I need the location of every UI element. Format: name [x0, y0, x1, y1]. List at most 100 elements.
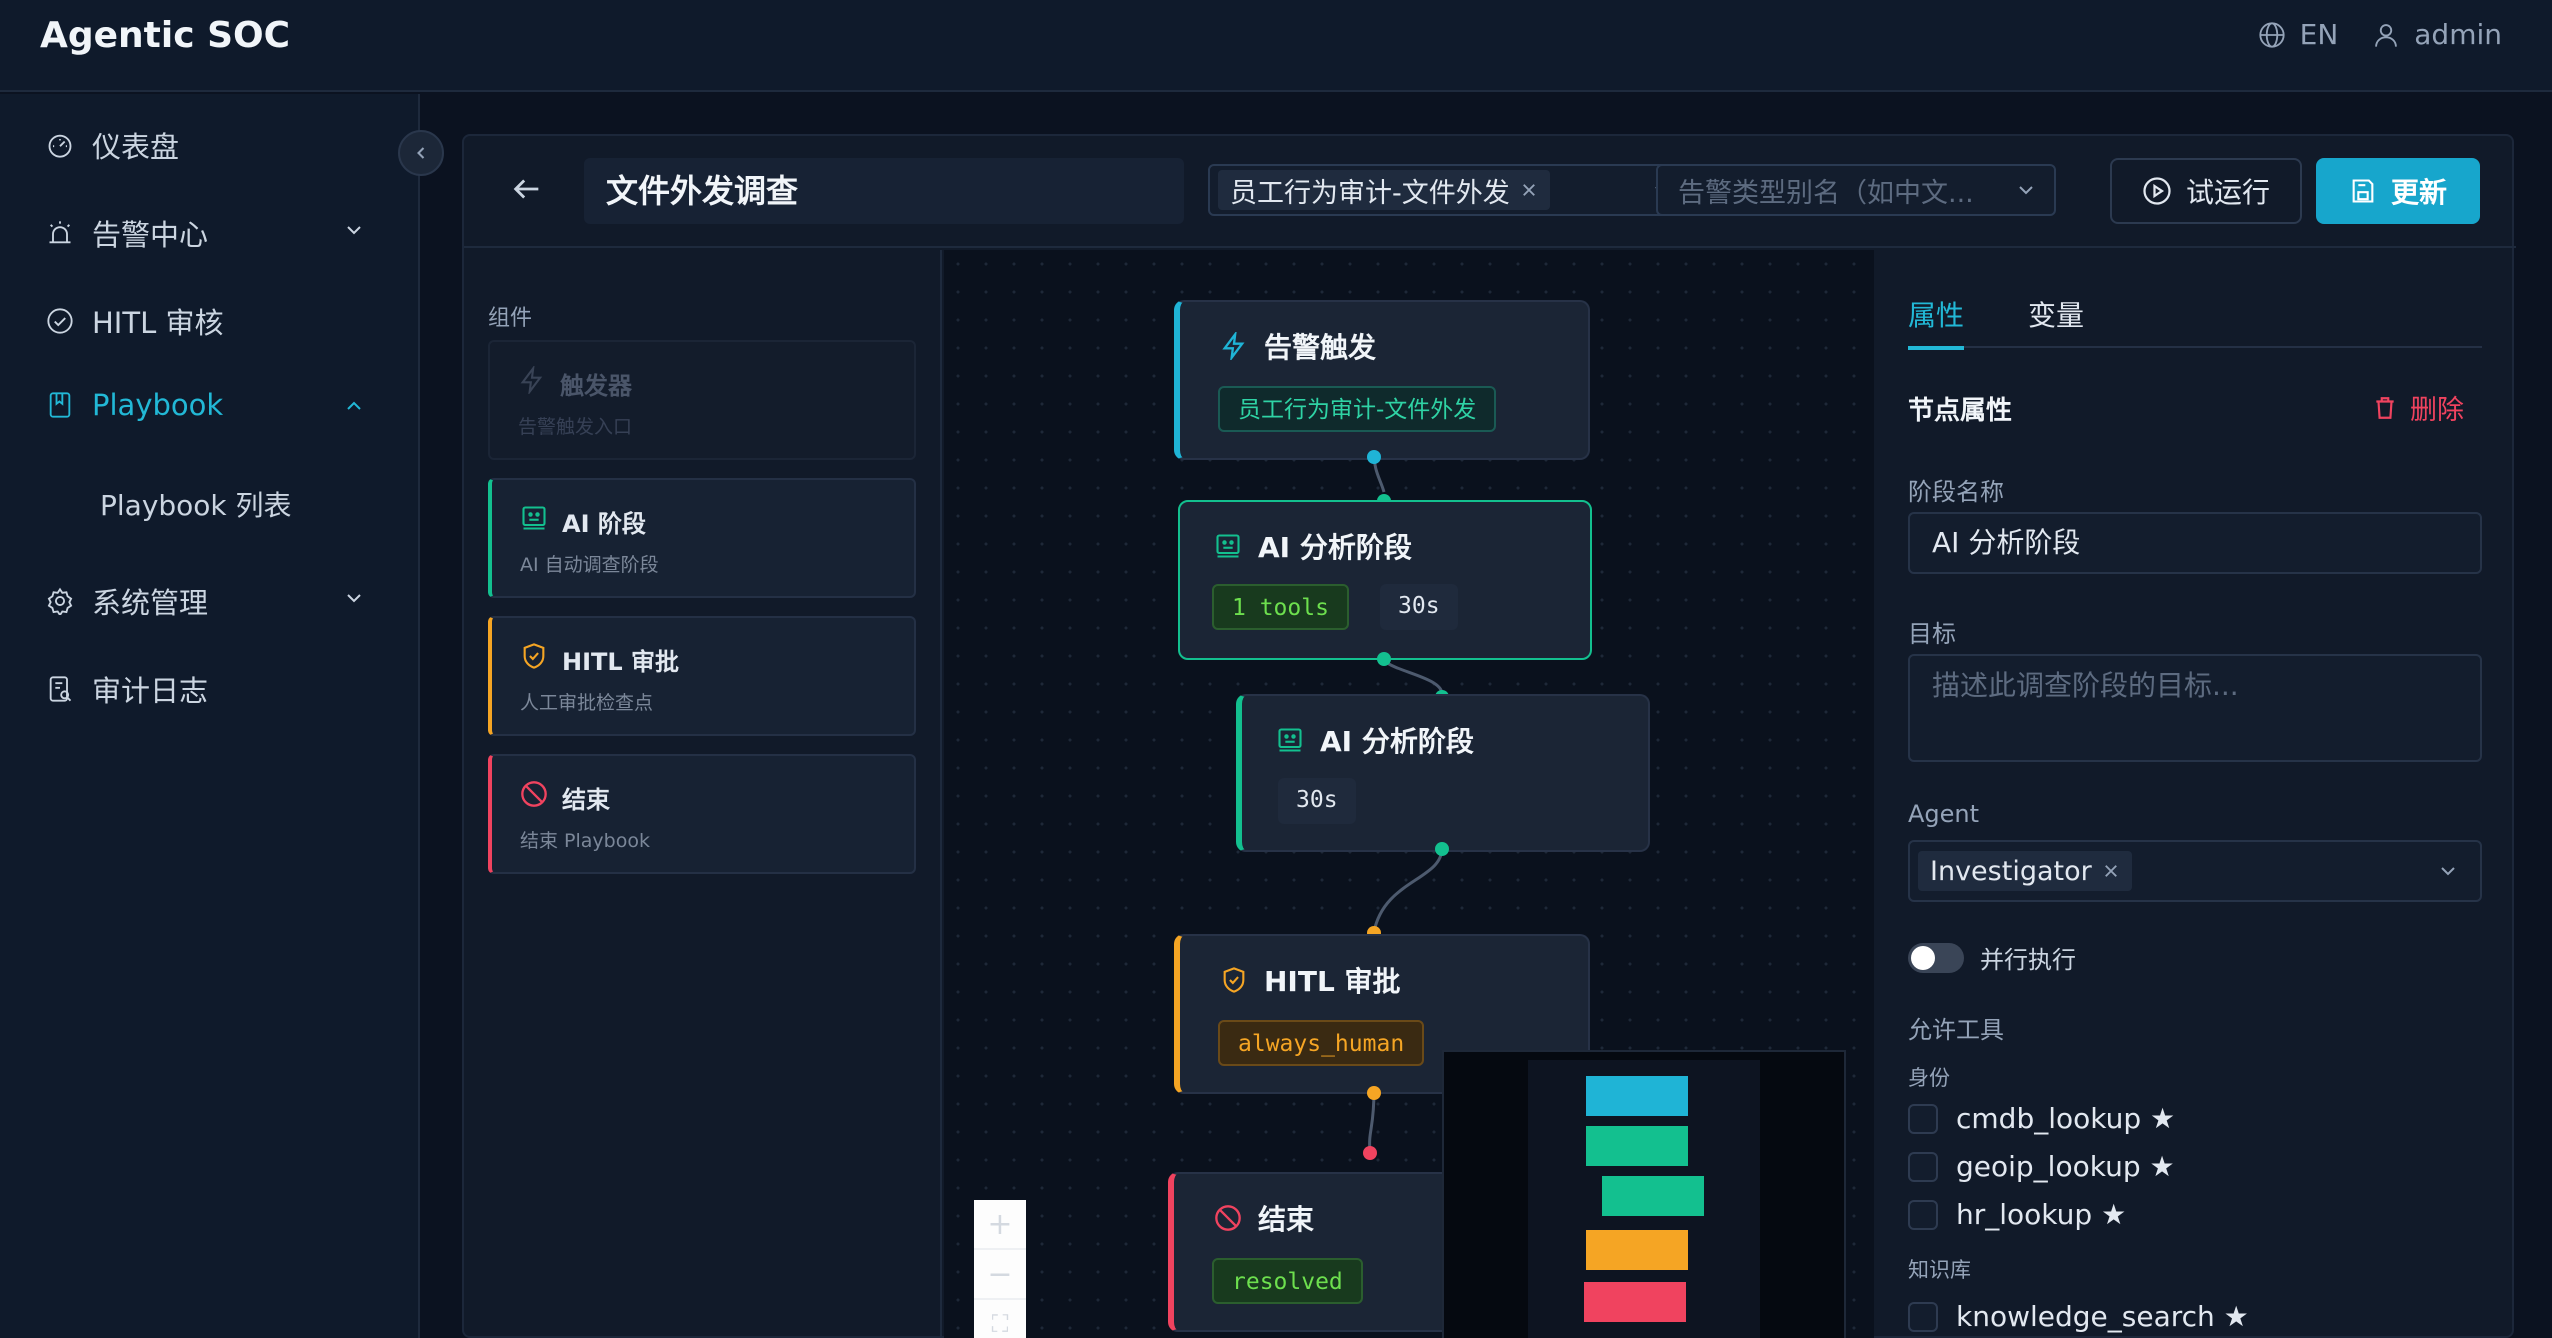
- component-ai-stage[interactable]: AI 阶段 AI 自动调查阶段: [488, 478, 916, 598]
- stage-name-label: 阶段名称: [1908, 478, 2004, 506]
- component-desc: AI 自动调查阶段: [520, 554, 659, 576]
- checkbox[interactable]: [1908, 1103, 1938, 1134]
- editor-header: 文件外发调查 员工行为审计-文件外发 告警类型别名（如中文... 试运行 更新: [464, 136, 2516, 248]
- parallel-toggle-row: 并行执行: [1908, 940, 2076, 975]
- component-end[interactable]: 结束 结束 Playbook: [488, 754, 916, 874]
- properties-panel: 属性 变量 节点属性 删除 阶段名称 AI 分析阶段 目标 描述此调查阶段的目标…: [1876, 250, 2514, 1338]
- node-trigger[interactable]: 告警触发 员工行为审计-文件外发: [1174, 300, 1590, 460]
- hitl-output-handle[interactable]: [1367, 1086, 1381, 1100]
- language-switch[interactable]: EN: [2258, 18, 2339, 51]
- sidebar-item-alerts[interactable]: 告警中心: [46, 212, 366, 254]
- node-title-text: AI 分析阶段: [1320, 725, 1474, 758]
- dashboard-icon: [48, 134, 72, 158]
- ai2-output-handle[interactable]: [1435, 842, 1449, 856]
- minimap[interactable]: [1442, 1050, 1846, 1338]
- dry-run-button[interactable]: 试运行: [2110, 158, 2302, 224]
- flow-canvas[interactable]: 告警触发 员工行为审计-文件外发 AI 分析阶段 1 tools 30s AI …: [944, 250, 1874, 1338]
- update-label: 更新: [2390, 176, 2447, 209]
- sidebar-item-dashboard[interactable]: 仪表盘: [46, 124, 366, 166]
- back-button[interactable]: [510, 172, 544, 210]
- minimap-node-end: [1584, 1282, 1686, 1322]
- stop-icon: [521, 781, 547, 807]
- component-name: 触发器: [560, 372, 632, 400]
- tool-name: hr_lookup ★: [1956, 1198, 2127, 1231]
- shield-check-icon: [1223, 967, 1245, 993]
- checkbox[interactable]: [1908, 1301, 1938, 1332]
- top-right-controls: EN admin: [2258, 18, 2502, 51]
- agent-tag-label: Investigator: [1930, 855, 2092, 887]
- toggle-knob: [1911, 945, 1935, 970]
- node-title: HITL 审批: [1220, 960, 1401, 1000]
- tool-checkbox-row[interactable]: geoip_lookup ★: [1908, 1150, 2175, 1183]
- component-desc: 结束 Playbook: [520, 830, 650, 852]
- chevron-down-icon: [347, 226, 361, 235]
- tool-checkbox-row[interactable]: hr_lookup ★: [1908, 1198, 2126, 1231]
- update-button[interactable]: 更新: [2316, 158, 2480, 224]
- playbook-name-input[interactable]: 文件外发调查: [584, 158, 1184, 224]
- tab-properties[interactable]: 属性: [1908, 294, 1965, 350]
- play-circle-icon: [2143, 177, 2171, 205]
- minimap-node-trigger: [1586, 1076, 1688, 1116]
- delete-node-button[interactable]: 删除: [2372, 388, 2464, 427]
- stage-name-input[interactable]: AI 分析阶段: [1908, 512, 2482, 574]
- allowed-tools-label: 允许工具: [1908, 1016, 2004, 1044]
- close-icon[interactable]: [2102, 862, 2120, 880]
- user-name: admin: [2414, 18, 2502, 51]
- sidebar-item-label: 仪表盘: [92, 130, 180, 164]
- sidebar-item-system[interactable]: 系统管理: [46, 580, 366, 622]
- timeout-chip: 30s: [1278, 778, 1356, 824]
- lightning-icon: [1222, 332, 1245, 360]
- end-input-handle[interactable]: [1363, 1146, 1377, 1160]
- minimap-node-ai-2: [1602, 1176, 1704, 1216]
- goal-textarea[interactable]: 描述此调查阶段的目标...: [1908, 654, 2482, 762]
- user-menu[interactable]: admin: [2372, 18, 2502, 51]
- tool-name: knowledge_search ★: [1956, 1300, 2249, 1333]
- tool-checkbox-row[interactable]: cmdb_lookup ★: [1908, 1102, 2175, 1135]
- delete-label: 删除: [2410, 395, 2464, 426]
- alert-type-chip: 员工行为审计-文件外发: [1218, 386, 1497, 432]
- sidebar-subitem-playbook-list[interactable]: Playbook 列表: [100, 484, 292, 524]
- chevron-down-icon: [347, 594, 361, 603]
- language-label: EN: [2299, 18, 2339, 51]
- playbook-editor: 文件外发调查 员工行为审计-文件外发 告警类型别名（如中文... 试运行 更新 …: [462, 134, 2516, 1338]
- fit-view-button[interactable]: ⛶: [974, 1300, 1026, 1338]
- edge-ai1-ai2: [1382, 657, 1444, 695]
- checkbox[interactable]: [1908, 1151, 1938, 1182]
- sidebar-item-audit[interactable]: 审计日志: [46, 668, 366, 710]
- component-desc: 告警触发入口: [518, 416, 633, 438]
- sidebar-item-playbook[interactable]: Playbook: [46, 388, 366, 422]
- gear-icon: [47, 587, 73, 615]
- dry-run-label: 试运行: [2185, 176, 2270, 209]
- tools-chip: 1 tools: [1212, 584, 1349, 630]
- top-bar: Agentic SOC EN admin: [0, 0, 2552, 92]
- close-icon[interactable]: [1520, 181, 1538, 199]
- node-title-text: 告警触发: [1264, 331, 1377, 364]
- alarm-icon: [49, 221, 71, 244]
- shield-check-icon: [523, 643, 545, 669]
- chevron-left-icon: [417, 147, 425, 159]
- component-hitl[interactable]: HITL 审批 人工审批检查点: [488, 616, 916, 736]
- zoom-out-button[interactable]: −: [974, 1250, 1026, 1300]
- sidebar-item-hitl[interactable]: HITL 审核: [46, 300, 366, 342]
- trigger-output-handle[interactable]: [1367, 450, 1381, 464]
- alert-alias-select[interactable]: 告警类型别名（如中文...: [1656, 164, 2056, 216]
- sidebar-collapse-button[interactable]: [398, 130, 444, 176]
- checkbox[interactable]: [1908, 1199, 1938, 1230]
- node-ai-stage-2[interactable]: AI 分析阶段 30s: [1236, 694, 1650, 852]
- chevron-down-icon: [2441, 867, 2455, 876]
- agent-select[interactable]: Investigator: [1908, 840, 2482, 902]
- approval-mode-chip: always_human: [1218, 1020, 1425, 1066]
- component-name: HITL 审批: [562, 648, 680, 676]
- tab-variables[interactable]: 变量: [2028, 294, 2084, 334]
- zoom-in-button[interactable]: +: [974, 1200, 1026, 1250]
- node-ai-stage-1[interactable]: AI 分析阶段 1 tools 30s: [1178, 500, 1592, 660]
- tool-checkbox-row[interactable]: knowledge_search ★: [1908, 1300, 2249, 1333]
- alert-alias-placeholder: 告警类型别名（如中文...: [1678, 177, 1974, 209]
- ai1-output-handle[interactable]: [1377, 652, 1391, 666]
- alert-type-select[interactable]: 员工行为审计-文件外发: [1208, 164, 1692, 216]
- lightning-icon: [520, 366, 543, 394]
- node-title-text: AI 分析阶段: [1258, 531, 1412, 564]
- component-trigger[interactable]: 触发器 告警触发入口: [488, 340, 916, 460]
- chevron-up-icon: [347, 401, 361, 410]
- parallel-toggle[interactable]: [1908, 942, 1964, 973]
